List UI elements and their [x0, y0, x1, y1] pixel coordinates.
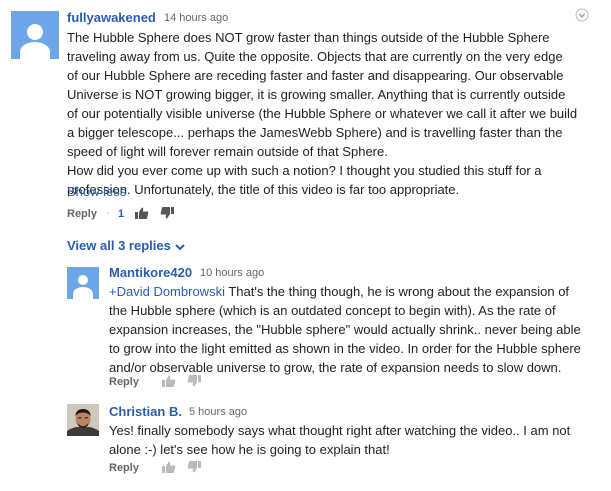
reply-line: Yes! finally somebody says what thought …: [109, 423, 571, 438]
thumbs-up-icon: [162, 375, 176, 387]
comment-line: How did you ever come up with such a not…: [67, 163, 542, 178]
reply-line: to grow into the light emitted as shown …: [109, 341, 581, 356]
avatar[interactable]: [67, 404, 99, 436]
separator-dot: ·: [106, 207, 110, 219]
reply-author[interactable]: Christian B.: [109, 404, 182, 419]
reply-button[interactable]: Reply: [109, 462, 139, 474]
thumbs-up-icon: [135, 207, 149, 219]
comment-timestamp[interactable]: 14 hours ago: [164, 12, 228, 24]
reply-body: Yes! finally somebody says what thought …: [109, 421, 589, 459]
reply-body: +David Dombrowski That's the thing thoug…: [109, 282, 589, 377]
comment-line: traveling away from us. Quite the opposi…: [67, 49, 563, 64]
thumbs-down-icon: [160, 207, 174, 219]
reply-line: +David Dombrowski That's the thing thoug…: [109, 282, 589, 301]
reply-line-text: That's the thing though, he is wrong abo…: [224, 284, 570, 299]
reply-timestamp[interactable]: 10 hours ago: [200, 267, 264, 279]
reply-button[interactable]: Reply: [67, 208, 97, 220]
comment-line: Universe is NOT growing bigger, it is gr…: [67, 87, 566, 102]
reply-line: and/or observable universe to grow, the …: [109, 360, 562, 375]
avatar[interactable]: [11, 11, 59, 59]
like-count: 1: [118, 208, 125, 220]
reply-line: alone :-) let's see how he is going to e…: [109, 442, 390, 457]
comment-line: of our Hubble Sphere are receding faster…: [67, 68, 564, 83]
comment-menu-icon: [575, 8, 589, 22]
comment-line: speed of light will forever remain outsi…: [67, 144, 388, 159]
dislike-button[interactable]: [187, 461, 201, 473]
reply-timestamp[interactable]: 5 hours ago: [189, 406, 247, 418]
comment-line: profession. Unfortunately, the title of …: [67, 182, 460, 197]
thumbs-up-icon: [162, 461, 176, 473]
like-button[interactable]: [135, 207, 149, 219]
dislike-button[interactable]: [160, 207, 174, 219]
reply-button[interactable]: Reply: [109, 376, 139, 388]
like-button[interactable]: [162, 461, 176, 473]
comment-line: of our potentially visible universe (the…: [67, 106, 578, 121]
chevron-down-icon: [175, 239, 185, 254]
comment-line: a bigger telescope... perhaps the JamesW…: [67, 125, 563, 140]
show-less-link[interactable]: Show less: [67, 184, 126, 199]
view-all-replies-button[interactable]: View all 3 replies: [67, 238, 185, 254]
reply-line: the Hubble sphere (which is an outdated …: [109, 303, 556, 318]
dislike-button[interactable]: [187, 375, 201, 387]
comment-line: The Hubble Sphere does NOT grow faster t…: [67, 30, 550, 45]
mention-link[interactable]: +David Dombrowski: [109, 284, 225, 299]
like-button[interactable]: [162, 375, 176, 387]
user-photo-icon: [67, 404, 99, 436]
reply-author[interactable]: Mantikore420: [109, 265, 192, 280]
thumbs-down-icon: [187, 375, 201, 387]
reply-line: expansion increases, the "Hubble sphere"…: [109, 322, 581, 337]
view-all-replies-label: View all 3 replies: [67, 238, 171, 253]
avatar[interactable]: [67, 267, 99, 299]
thumbs-down-icon: [187, 461, 201, 473]
comment-body: The Hubble Sphere does NOT grow faster t…: [67, 28, 587, 199]
comment-author[interactable]: fullyawakened: [67, 10, 156, 25]
comment-menu-button[interactable]: [575, 8, 589, 22]
